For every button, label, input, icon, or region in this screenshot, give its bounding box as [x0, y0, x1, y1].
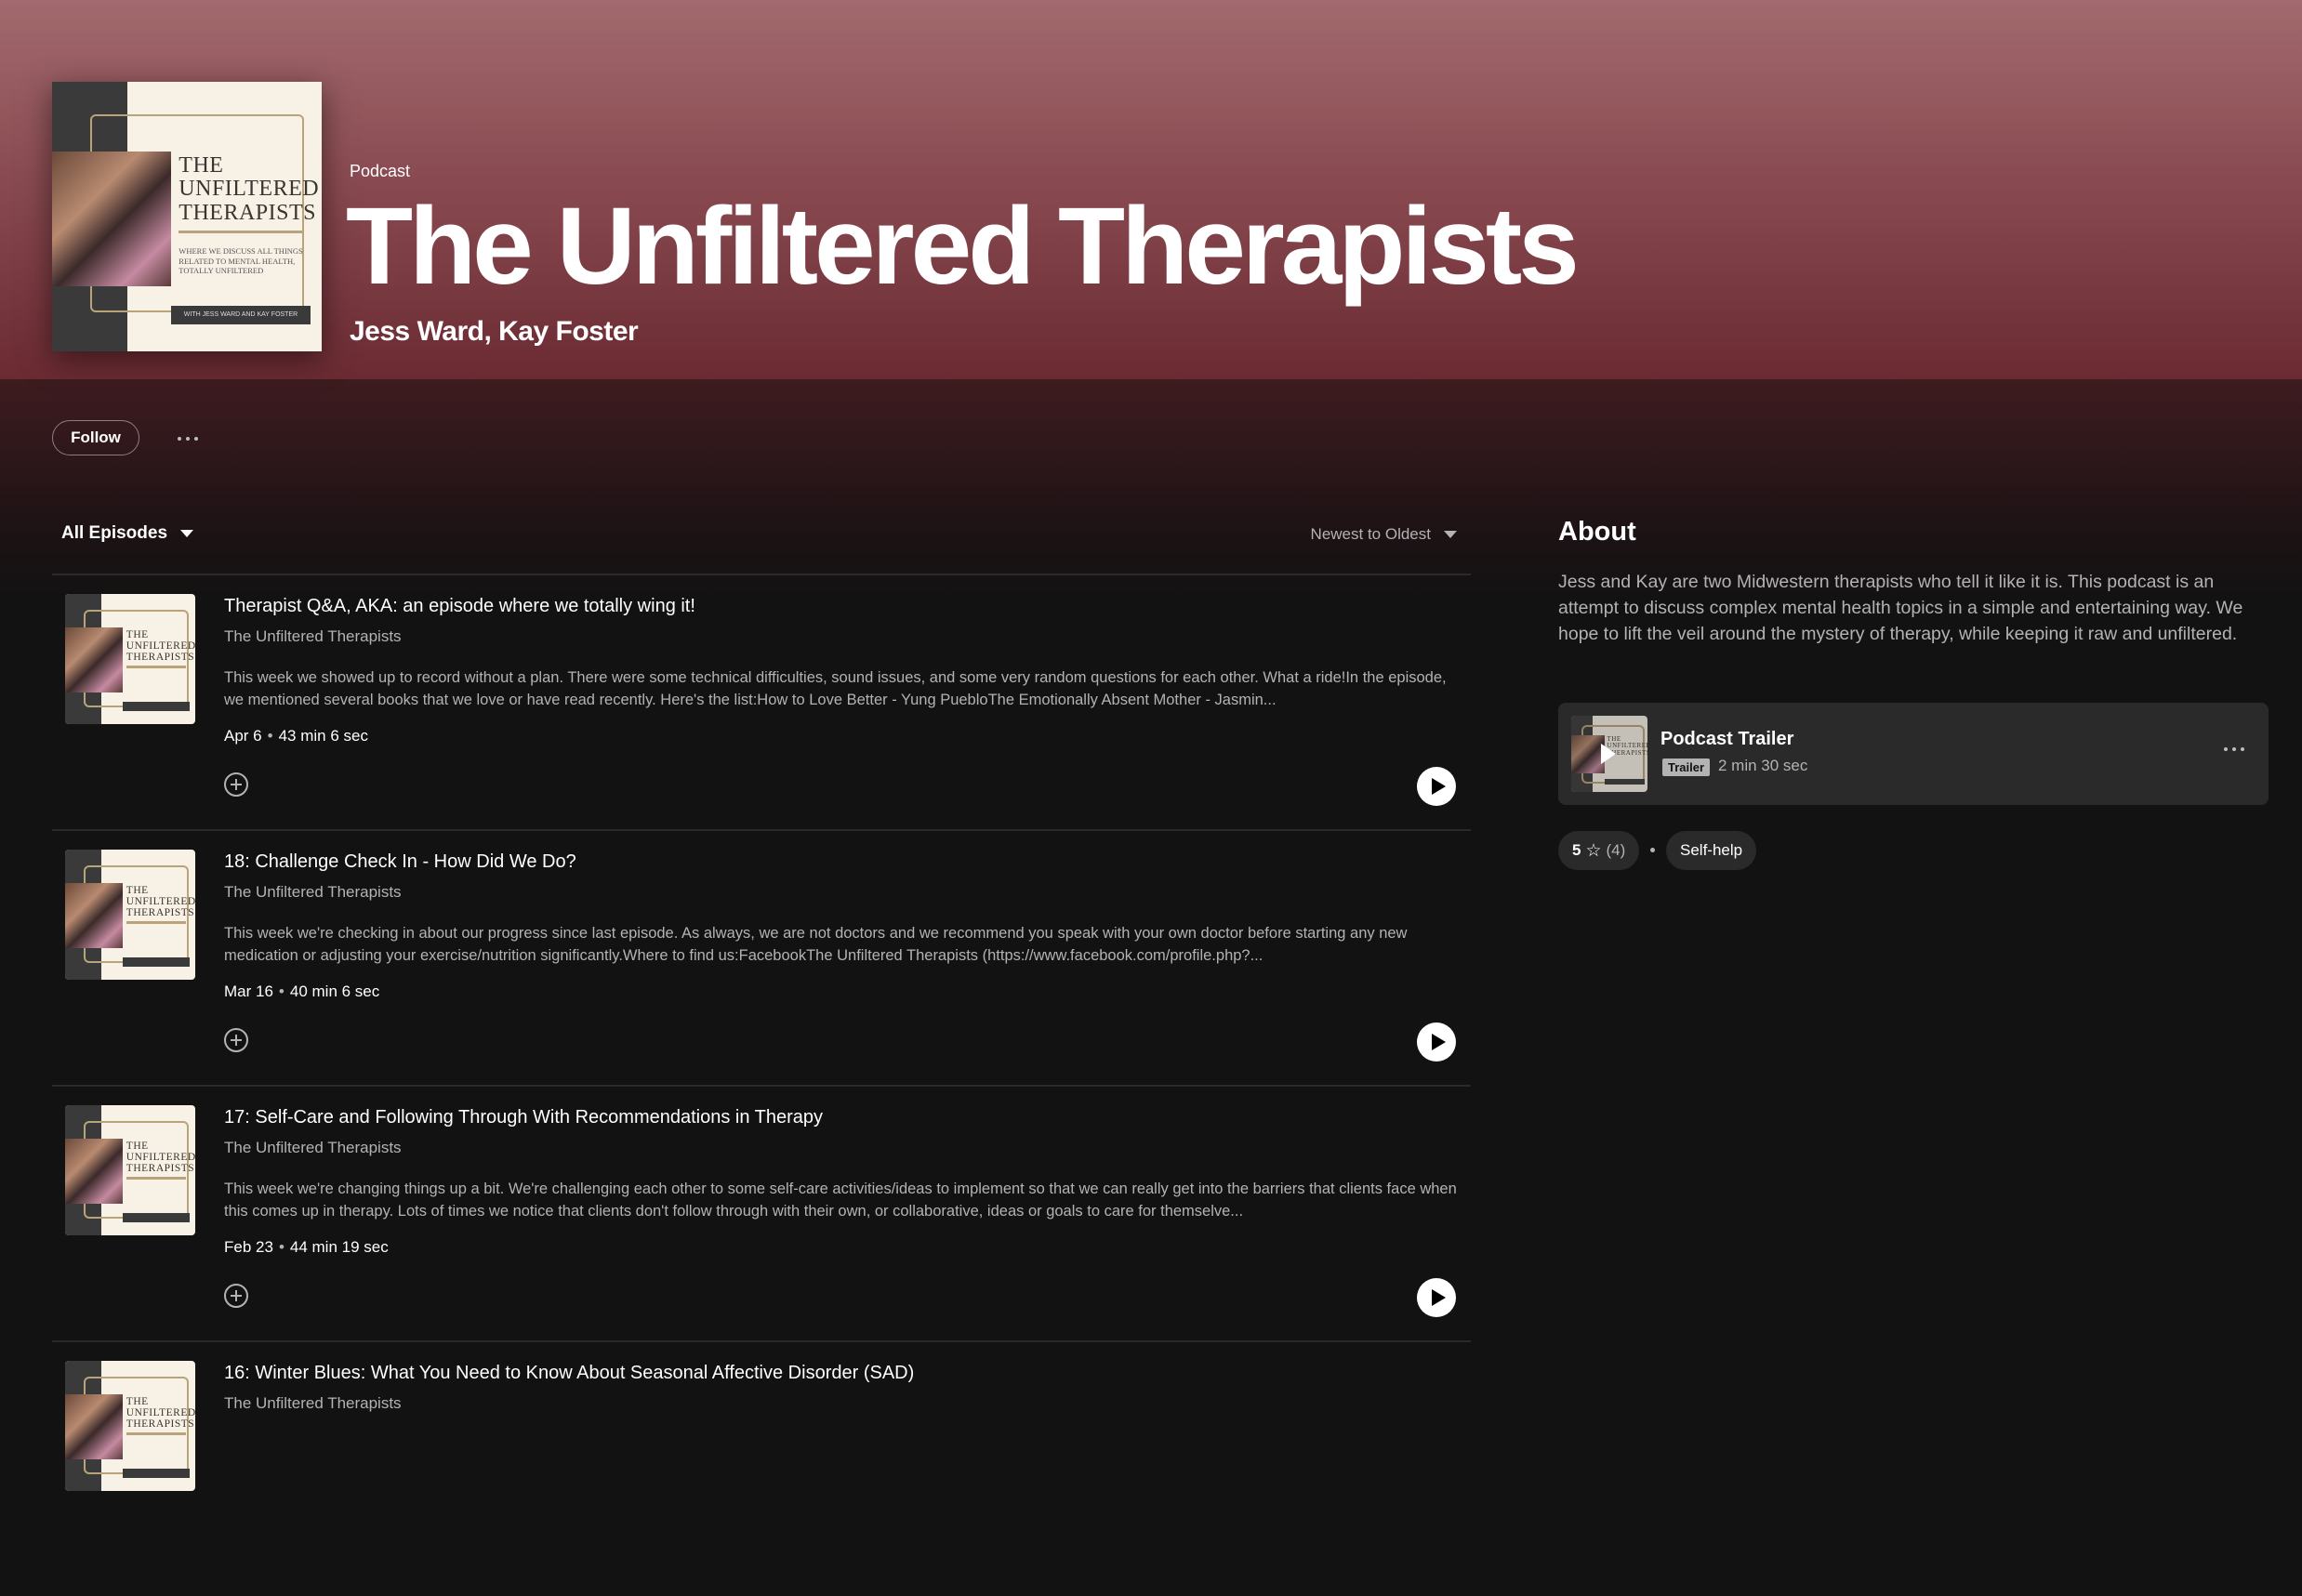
- episode-title[interactable]: Therapist Q&A, AKA: an episode where we …: [224, 596, 695, 617]
- about-heading: About: [1558, 517, 1636, 547]
- follow-button[interactable]: Follow: [52, 420, 139, 455]
- cover-tagline: WHERE WE DISCUSS ALL THINGS RELATED TO M…: [179, 245, 303, 276]
- trailer-more-button[interactable]: [2218, 742, 2250, 757]
- episode-description: This week we're changing things up a bit…: [224, 1181, 1457, 1220]
- episode-row[interactable]: THE UNFILTERED THERAPISTS 17: Self-Care an…: [52, 1085, 1471, 1340]
- cover-title: THE UNFILTERED THERAPISTS: [179, 154, 319, 225]
- trailer-duration: 2 min 30 sec: [1718, 757, 1808, 774]
- episode-meta: Mar 16 • 40 min 6 sec: [224, 983, 380, 1000]
- play-button[interactable]: [1417, 767, 1456, 806]
- episode-description: This week we're checking in about our pr…: [224, 925, 1408, 964]
- podcast-title: The Unfiltered Therapists: [346, 185, 1580, 308]
- more-horizontal-icon: [178, 437, 181, 441]
- more-options-button[interactable]: [171, 426, 205, 452]
- cover-hosts-bar: WITH JESS WARD AND KAY FOSTER: [170, 305, 311, 324]
- play-button[interactable]: [1417, 1022, 1456, 1062]
- episode-list: THE UNFILTERED THERAPISTS Therapist Q&A, A…: [52, 574, 1471, 1596]
- episode-thumbnail: THE UNFILTERED THERAPISTS: [65, 1105, 195, 1235]
- rating-count: (4): [1606, 841, 1626, 859]
- episode-date: Apr 6: [224, 727, 262, 745]
- cover-title-line: THERAPISTS: [179, 200, 316, 225]
- episodes-filter-dropdown[interactable]: All Episodes: [61, 523, 194, 544]
- episode-show-name[interactable]: The Unfiltered Therapists: [224, 883, 402, 902]
- episodes-filter-label: All Episodes: [61, 523, 168, 543]
- episode-thumbnail: THE UNFILTERED THERAPISTS: [65, 850, 195, 980]
- cover-title-line: UNFILTERED: [179, 177, 320, 202]
- chevron-down-icon: [180, 530, 194, 537]
- add-to-library-icon[interactable]: [223, 1027, 249, 1053]
- add-to-library-icon[interactable]: [223, 1283, 249, 1309]
- episode-thumbnail: THE UNFILTERED THERAPISTS: [65, 594, 195, 724]
- episode-duration: 44 min 19 sec: [289, 1238, 389, 1256]
- episode-thumbnail: THE UNFILTERED THERAPISTS: [65, 1361, 195, 1491]
- podcast-trailer-card[interactable]: THE UNFILTERED THERAPISTS Podcast Trailer …: [1558, 703, 2269, 805]
- episode-show-name[interactable]: The Unfiltered Therapists: [224, 627, 402, 646]
- trailer-badge: Trailer: [1662, 758, 1711, 776]
- episode-title[interactable]: 17: Self-Care and Following Through With…: [224, 1107, 823, 1128]
- rating-pill[interactable]: 5 ☆ (4): [1558, 831, 1640, 870]
- sort-dropdown[interactable]: Newest to Oldest: [1311, 525, 1457, 544]
- more-horizontal-icon: [2224, 747, 2228, 751]
- more-horizontal-icon: [194, 437, 198, 441]
- rating-value: 5: [1572, 841, 1581, 859]
- episode-date: Feb 23: [224, 1238, 273, 1256]
- add-to-library-icon[interactable]: [223, 772, 249, 798]
- chevron-down-icon: [1444, 531, 1457, 538]
- content-type-label: Podcast: [350, 162, 411, 180]
- separator-dot: [1650, 848, 1655, 852]
- cover-divider: [179, 230, 303, 233]
- episode-description: This week we showed up to record without…: [224, 669, 1447, 708]
- episode-row[interactable]: THE UNFILTERED THERAPISTS 16: Winter Blues…: [52, 1340, 1471, 1596]
- play-icon[interactable]: [1601, 744, 1616, 764]
- podcast-authors[interactable]: Jess Ward, Kay Foster: [350, 316, 639, 348]
- episode-row[interactable]: THE UNFILTERED THERAPISTS 18: Challenge Ch…: [52, 829, 1471, 1085]
- episode-duration: 40 min 6 sec: [289, 983, 380, 1000]
- more-horizontal-icon: [2232, 747, 2236, 751]
- episode-show-name[interactable]: The Unfiltered Therapists: [224, 1394, 402, 1413]
- more-horizontal-icon: [2241, 747, 2244, 751]
- episode-date: Mar 16: [224, 983, 273, 1000]
- episode-title[interactable]: 16: Winter Blues: What You Need to Know …: [224, 1363, 914, 1384]
- episode-row[interactable]: THE UNFILTERED THERAPISTS Therapist Q&A, A…: [52, 574, 1471, 829]
- genre-tag[interactable]: Self-help: [1666, 831, 1757, 870]
- trailer-title[interactable]: Podcast Trailer: [1660, 729, 1793, 750]
- about-text: Jess and Kay are two Midwestern therapis…: [1558, 572, 2243, 644]
- play-button[interactable]: [1417, 1278, 1456, 1317]
- sort-label: Newest to Oldest: [1310, 525, 1431, 543]
- episode-meta: Feb 23 • 44 min 19 sec: [224, 1238, 389, 1256]
- episode-duration: 43 min 6 sec: [278, 727, 368, 745]
- podcast-cover-art: THE UNFILTERED THERAPISTS WHERE WE DISCU…: [52, 82, 322, 351]
- episode-show-name[interactable]: The Unfiltered Therapists: [224, 1139, 402, 1157]
- cover-title-line: THE: [179, 153, 224, 178]
- episode-meta: Apr 6 • 43 min 6 sec: [224, 727, 368, 745]
- episode-title[interactable]: 18: Challenge Check In - How Did We Do?: [224, 851, 576, 873]
- cover-photo: [52, 152, 171, 287]
- more-horizontal-icon: [186, 437, 190, 441]
- star-outline-icon: ☆: [1585, 840, 1602, 861]
